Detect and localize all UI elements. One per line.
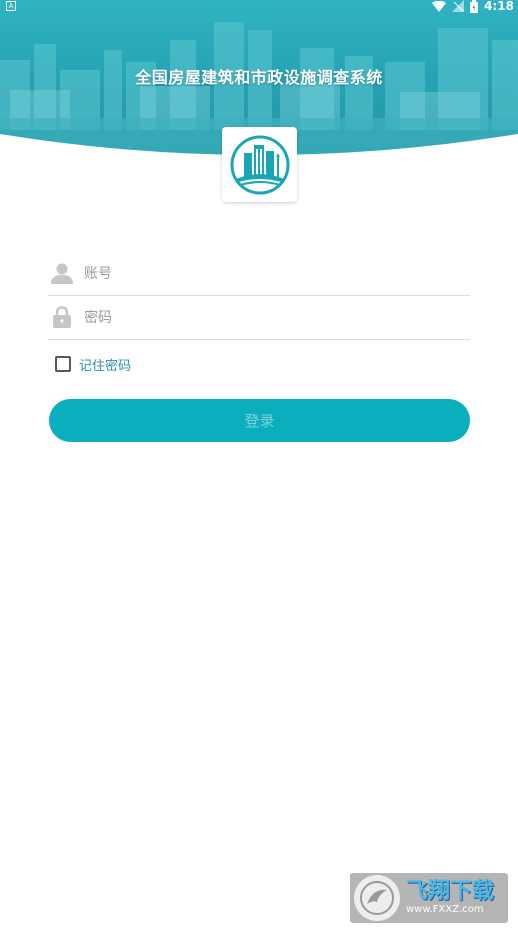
building-logo-icon xyxy=(230,135,289,194)
watermark: 飞翔下载 www.FXXZ.com xyxy=(350,873,508,923)
clock: 4:18 xyxy=(484,0,514,13)
account-field xyxy=(48,252,470,296)
app-logo xyxy=(222,127,297,202)
remember-label: 记住密码 xyxy=(79,358,132,374)
account-input[interactable] xyxy=(84,262,454,286)
password-field xyxy=(48,296,470,340)
password-input[interactable] xyxy=(84,306,454,330)
wifi-icon xyxy=(432,0,447,12)
status-bar: A 4:18 xyxy=(0,0,518,14)
notification-indicator: A xyxy=(6,1,16,11)
battery-icon xyxy=(470,0,479,13)
fxxz-logo-icon xyxy=(354,875,400,921)
remember-checkbox[interactable] xyxy=(55,356,71,372)
app-title: 全国房屋建筑和市政设施调查系统 xyxy=(135,68,383,87)
lock-icon xyxy=(53,306,71,328)
user-icon xyxy=(51,263,73,284)
status-icons: 4:18 xyxy=(432,0,514,13)
signal-icon xyxy=(452,0,465,12)
watermark-site: www.FXXZ.com xyxy=(406,904,484,915)
watermark-brand: 飞翔下载 xyxy=(406,879,495,904)
login-button[interactable]: 登录 xyxy=(49,399,470,442)
remember-password-toggle[interactable]: 记住密码 xyxy=(55,355,132,374)
